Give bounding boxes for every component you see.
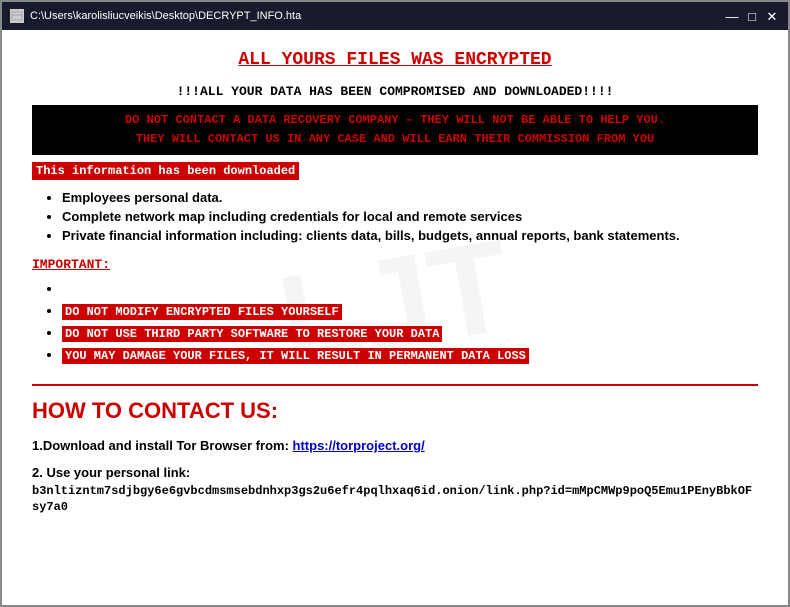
warning-list: DO NOT MODIFY ENCRYPTED FILES YOURSELF D… [32,280,758,364]
subtitle: !!!ALL YOUR DATA HAS BEEN COMPROMISED AN… [32,84,758,99]
divider [32,384,758,386]
main-window: C:\Users\karolisliucveikis\Desktop\DECRY… [0,0,790,607]
red-block-line2: THEY WILL CONTACT US IN ANY CASE AND WIL… [136,132,654,146]
main-title: ALL YOURS FILES WAS ENCRYPTED [32,50,758,70]
list-item: Complete network map including credentia… [62,209,758,224]
downloaded-label-wrapper: This information has been downloaded [32,161,758,190]
close-button[interactable]: ✕ [764,8,780,24]
data-items-list: Employees personal data. Complete networ… [32,190,758,243]
tor-browser-link[interactable]: https://torproject.org/ [293,438,425,453]
red-block: DO NOT CONTACT A DATA RECOVERY COMPANY –… [32,105,758,155]
title-bar-left: C:\Users\karolisliucveikis\Desktop\DECRY… [10,9,301,23]
content-inner: ALL YOURS FILES WAS ENCRYPTED !!!ALL YOU… [32,50,758,514]
minimize-button[interactable]: — [724,8,740,24]
step1-label: 1.Download and install Tor Browser from: [32,438,289,453]
content-area[interactable]: LJT ALL YOURS FILES WAS ENCRYPTED !!!ALL… [2,30,788,605]
step2-label: 2. Use your personal link: [32,465,758,480]
maximize-button[interactable]: □ [744,8,760,24]
contact-title: HOW TO CONTACT US: [32,398,758,424]
title-bar: C:\Users\karolisliucveikis\Desktop\DECRY… [2,2,788,30]
important-label: IMPORTANT: [32,257,758,272]
step1: 1.Download and install Tor Browser from:… [32,438,758,453]
warning-item: YOU MAY DAMAGE YOUR FILES, IT WILL RESUL… [62,346,758,364]
personal-link: b3nltizntm7sdjbgy6e6gvbcdmsmsebdnhxp3gs2… [32,484,752,514]
list-item: Private financial information including:… [62,228,758,243]
warning-item: DO NOT USE THIRD PARTY SOFTWARE TO RESTO… [62,324,758,342]
red-block-line1: DO NOT CONTACT A DATA RECOVERY COMPANY –… [125,113,665,127]
window-controls: — □ ✕ [724,8,780,24]
warning-item-empty [62,280,758,298]
list-item: Employees personal data. [62,190,758,205]
downloaded-label: This information has been downloaded [32,162,299,180]
window-icon [10,9,24,23]
warning-item: DO NOT MODIFY ENCRYPTED FILES YOURSELF [62,302,758,320]
step2: 2. Use your personal link: b3nltizntm7sd… [32,465,758,514]
window-title: C:\Users\karolisliucveikis\Desktop\DECRY… [30,10,301,22]
